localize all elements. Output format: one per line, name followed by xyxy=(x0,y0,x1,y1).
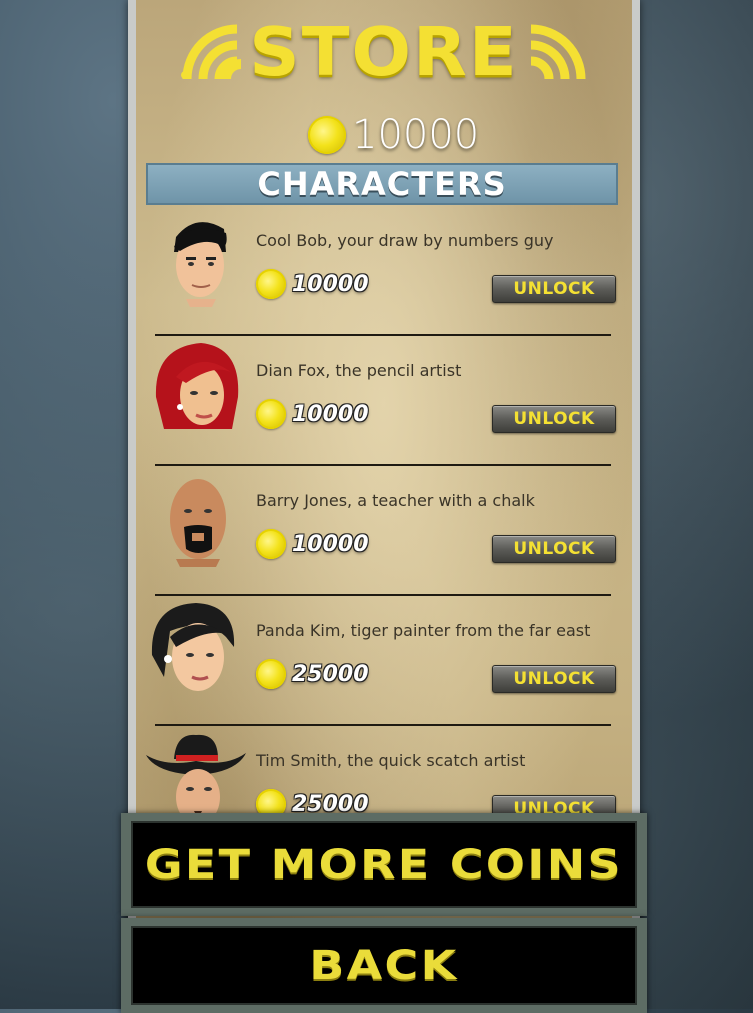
back-button[interactable]: BACK xyxy=(121,918,647,1013)
character-price: 10000 xyxy=(256,529,369,559)
coin-icon xyxy=(256,269,286,299)
character-name: Dian Fox, the pencil artist xyxy=(256,361,462,380)
barry-jones-avatar-icon xyxy=(170,479,226,567)
unlock-button-label: UNLOCK xyxy=(513,799,595,813)
unlock-button[interactable]: UNLOCK xyxy=(492,795,616,813)
dian-fox-avatar-icon xyxy=(155,343,239,429)
get-more-coins-button[interactable]: GET MORE COINS xyxy=(121,813,647,916)
list-item: Tim Smith, the quick scatch artist 25000… xyxy=(136,725,632,813)
price-value: 10000 xyxy=(292,401,369,427)
unlock-button[interactable]: UNLOCK xyxy=(492,535,616,563)
get-more-coins-label: GET MORE COINS xyxy=(144,841,624,888)
coin-icon xyxy=(256,789,286,813)
price-value: 25000 xyxy=(292,661,369,687)
tim-smith-avatar-icon xyxy=(146,734,246,813)
unlock-button-label: UNLOCK xyxy=(513,669,595,689)
price-value: 10000 xyxy=(292,531,369,557)
character-name: Tim Smith, the quick scatch artist xyxy=(256,751,526,770)
coin-icon xyxy=(308,116,346,154)
back-button-inner: BACK xyxy=(131,926,637,1005)
unlock-button-label: UNLOCK xyxy=(513,409,595,429)
unlock-button[interactable]: UNLOCK xyxy=(492,665,616,693)
coins-balance-value: 10000 xyxy=(352,112,480,158)
character-price: 10000 xyxy=(256,269,369,299)
get-more-coins-button-inner: GET MORE COINS xyxy=(131,821,637,908)
characters-list[interactable]: Cool Bob, your draw by numbers guy 10000… xyxy=(136,205,632,813)
section-title: CHARACTERS xyxy=(257,165,507,203)
panda-kim-avatar-icon xyxy=(151,603,235,691)
list-item: Cool Bob, your draw by numbers guy 10000… xyxy=(136,205,632,336)
back-label: BACK xyxy=(309,942,459,989)
character-price: 25000 xyxy=(256,659,369,689)
price-value: 25000 xyxy=(292,791,369,814)
cool-bob-avatar-icon xyxy=(174,222,227,307)
signal-left-icon xyxy=(181,24,242,80)
character-name: Cool Bob, your draw by numbers guy xyxy=(256,231,554,250)
character-name: Panda Kim, tiger painter from the far ea… xyxy=(256,621,591,640)
character-name: Barry Jones, a teacher with a chalk xyxy=(256,491,535,510)
store-title-text: STORE xyxy=(249,13,519,91)
list-item: Panda Kim, tiger painter from the far ea… xyxy=(136,595,632,726)
character-price: 10000 xyxy=(256,399,369,429)
unlock-button[interactable]: UNLOCK xyxy=(492,275,616,303)
character-price: 25000 xyxy=(256,789,369,813)
characters-section-header: CHARACTERS xyxy=(146,163,618,205)
store-title: STORE xyxy=(136,12,632,92)
unlock-button[interactable]: UNLOCK xyxy=(492,405,616,433)
list-item: Barry Jones, a teacher with a chalk 1000… xyxy=(136,465,632,596)
list-item: Dian Fox, the pencil artist 10000 UNLOCK xyxy=(136,335,632,466)
signal-right-icon xyxy=(530,24,586,80)
unlock-button-label: UNLOCK xyxy=(513,539,595,559)
price-value: 10000 xyxy=(292,271,369,297)
coins-balance: 10000 xyxy=(308,112,479,158)
coin-icon xyxy=(256,399,286,429)
unlock-button-label: UNLOCK xyxy=(513,279,595,299)
coin-icon xyxy=(256,659,286,689)
coin-icon xyxy=(256,529,286,559)
